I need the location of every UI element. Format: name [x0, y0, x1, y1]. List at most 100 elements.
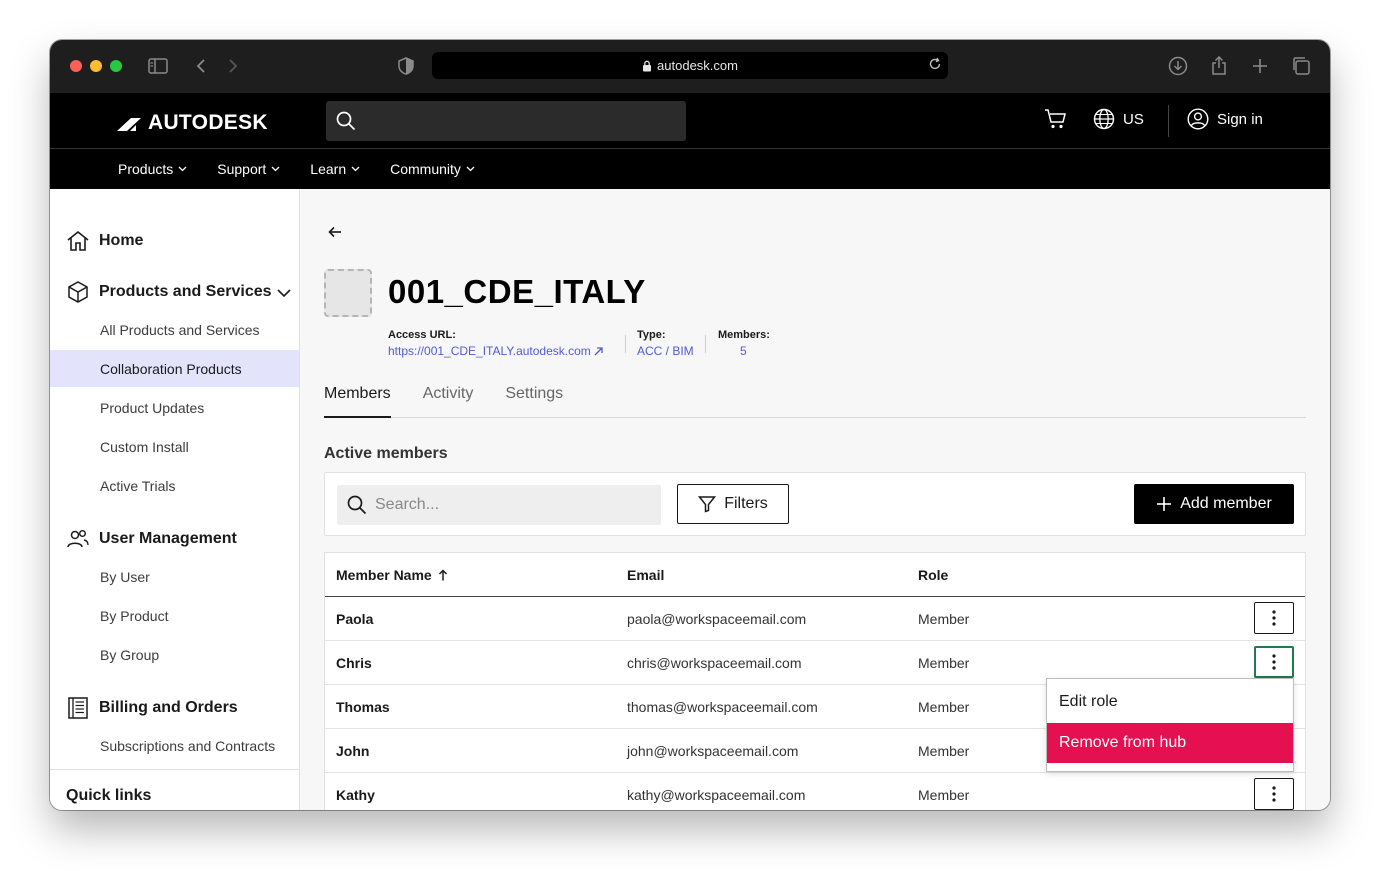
kebab-menu-icon [1272, 786, 1276, 802]
table-row: Kathy kathy@workspaceemail.com Member [325, 773, 1305, 810]
meta-divider [705, 335, 706, 353]
nav-support[interactable]: Support [217, 161, 280, 177]
search-placeholder: Search... [375, 496, 440, 513]
members-count: 5 [740, 344, 747, 358]
member-email: kathy@workspaceemail.com [627, 787, 806, 803]
menu-item-remove-from-hub[interactable]: Remove from hub [1047, 723, 1293, 763]
nav-learn[interactable]: Learn [310, 161, 360, 177]
sidebar-item-collaboration-products[interactable]: Collaboration Products [50, 350, 299, 387]
members-label: Members: [718, 329, 770, 341]
nav-products[interactable]: Products [118, 161, 187, 177]
column-role[interactable]: Role [918, 567, 948, 583]
back-arrow-icon[interactable] [328, 225, 342, 243]
hub-tabs: Members Activity Settings [324, 380, 1306, 418]
close-window-button[interactable] [70, 60, 82, 72]
type-meta: Type: ACC / BIM [637, 329, 694, 358]
filters-button[interactable]: Filters [677, 484, 789, 524]
share-icon[interactable] [1207, 54, 1231, 78]
row-actions-button[interactable] [1254, 602, 1294, 634]
column-email[interactable]: Email [627, 567, 664, 583]
sidebar-user-management[interactable]: User Management [66, 527, 237, 551]
member-name: John [336, 743, 370, 759]
column-member-name[interactable]: Member Name [336, 567, 448, 583]
member-role: Member [918, 655, 970, 671]
chevron-down-icon[interactable] [277, 285, 291, 303]
sidebar-user-management-label: User Management [99, 530, 237, 547]
sidebar-item-active-trials[interactable]: Active Trials [50, 467, 299, 504]
new-tab-icon[interactable] [1248, 54, 1272, 78]
member-search-input[interactable]: Search... [337, 485, 661, 525]
member-email: paola@workspaceemail.com [627, 611, 807, 627]
address-bar[interactable]: autodesk.com [432, 52, 948, 79]
sidebar-item-by-group[interactable]: By Group [50, 636, 299, 673]
sidebar-item-by-product[interactable]: By Product [50, 597, 299, 634]
ledger-icon [68, 697, 88, 719]
member-name: Kathy [336, 787, 375, 803]
menu-item-edit-role[interactable]: Edit role [1047, 682, 1293, 722]
filters-label: Filters [724, 495, 768, 512]
sidebar-products-services[interactable]: Products and Services [66, 280, 272, 304]
minimize-window-button[interactable] [90, 60, 102, 72]
sidebar: Home Products and Services All Products … [50, 189, 300, 810]
member-email: chris@workspaceemail.com [627, 655, 802, 671]
access-url-meta: Access URL: https://001_CDE_ITALY.autode… [388, 329, 603, 358]
chevron-down-icon [351, 166, 360, 172]
globe-icon [1093, 108, 1115, 130]
tab-activity[interactable]: Activity [423, 380, 474, 418]
sidebar-item-custom-install[interactable]: Custom Install [50, 428, 299, 465]
autodesk-logo[interactable]: AUTODESK [117, 111, 268, 135]
cube-icon [68, 281, 88, 303]
row-actions-button[interactable] [1254, 778, 1294, 810]
chevron-down-icon [271, 166, 280, 172]
cart-icon [1045, 109, 1066, 129]
tab-overview-icon[interactable] [1289, 54, 1313, 78]
forward-nav-icon[interactable] [221, 54, 245, 78]
region-selector[interactable]: US [1093, 108, 1144, 130]
browser-toolbar: autodesk.com [50, 40, 1330, 93]
url-text: autodesk.com [657, 58, 738, 73]
zoom-window-button[interactable] [110, 60, 122, 72]
access-url-label: Access URL: [388, 329, 456, 341]
sign-in-label: Sign in [1217, 110, 1263, 128]
sidebar-item-by-user[interactable]: By User [50, 558, 299, 595]
sidebar-divider [50, 769, 299, 770]
nav-products-label: Products [118, 161, 174, 177]
kebab-menu-icon [1272, 654, 1276, 670]
back-nav-icon[interactable] [189, 54, 213, 78]
downloads-icon[interactable] [1166, 54, 1190, 78]
sidebar-toggle-icon[interactable] [146, 54, 170, 78]
privacy-shield-icon[interactable] [394, 54, 418, 78]
sidebar-billing-label: Billing and Orders [99, 699, 238, 716]
tab-members[interactable]: Members [324, 380, 391, 418]
search-icon [347, 495, 367, 515]
member-name: Paola [336, 611, 374, 627]
nav-community-label: Community [390, 161, 461, 177]
sort-ascending-icon [438, 569, 447, 581]
member-role: Member [918, 787, 970, 803]
site-search-input[interactable] [326, 101, 686, 141]
nav-community[interactable]: Community [390, 161, 475, 177]
tab-settings[interactable]: Settings [505, 380, 563, 418]
table-header: Member Name Email Role [325, 553, 1305, 597]
add-member-button[interactable]: Add member [1134, 484, 1294, 524]
sidebar-home-label: Home [99, 232, 144, 249]
users-icon [67, 530, 89, 548]
members-meta: Members: 5 [718, 329, 770, 358]
external-link-icon [594, 346, 603, 355]
header-divider [1168, 105, 1169, 137]
add-member-label: Add member [1180, 495, 1272, 512]
access-url-link[interactable]: https://001_CDE_ITALY.autodesk.com [388, 344, 603, 358]
sidebar-item-subscriptions[interactable]: Subscriptions and Contracts [50, 727, 299, 764]
sidebar-billing[interactable]: Billing and Orders [66, 696, 238, 720]
sidebar-item-all-products[interactable]: All Products and Services [50, 311, 299, 348]
sidebar-item-product-updates[interactable]: Product Updates [50, 389, 299, 426]
reload-icon[interactable] [928, 57, 942, 74]
kebab-menu-icon [1272, 610, 1276, 626]
cart-button[interactable] [1044, 108, 1068, 130]
member-role: Member [918, 699, 970, 715]
row-actions-button[interactable] [1254, 646, 1294, 678]
sign-in-button[interactable]: Sign in [1187, 108, 1263, 130]
sidebar-home[interactable]: Home [66, 229, 143, 253]
filter-icon [698, 496, 717, 513]
user-circle-icon [1187, 108, 1209, 130]
